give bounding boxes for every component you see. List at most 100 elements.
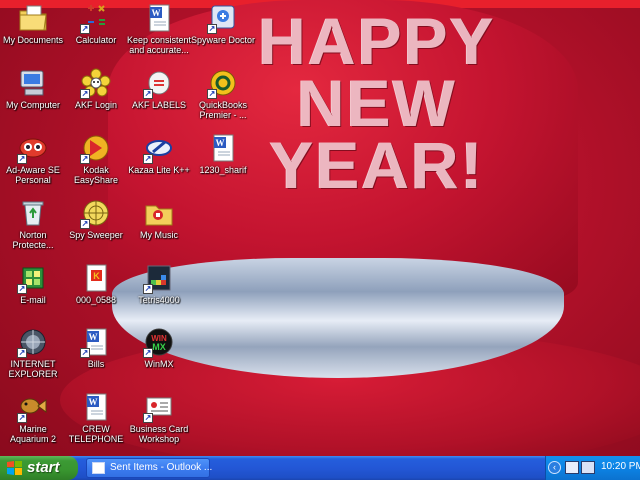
computer-icon bbox=[17, 67, 49, 99]
svg-text:W: W bbox=[152, 8, 161, 18]
shortcut-arrow-icon: ↗ bbox=[207, 24, 217, 34]
taskbar-button-outlook[interactable]: Sent Items - Outlook ... bbox=[86, 458, 212, 478]
quickbooks-icon: ↗ bbox=[207, 67, 239, 99]
outlook-window-icon bbox=[92, 462, 105, 474]
shortcut-arrow-icon: ↗ bbox=[143, 348, 153, 358]
shortcut-arrow-icon: ↗ bbox=[143, 284, 153, 294]
folder-documents-icon bbox=[17, 2, 49, 34]
desktop-icon-bills[interactable]: W ↗ Bills bbox=[63, 326, 129, 386]
shortcut-arrow-icon: ↗ bbox=[80, 348, 90, 358]
desktop-icon-label: Marine Aquarium 2 bbox=[9, 424, 57, 444]
desktop-icon-label: Spyware Doctor bbox=[190, 35, 256, 45]
taskbar: start Sent Items - Outlook ... ‹ 10:20 P… bbox=[0, 456, 640, 480]
desktop-icon-label: E-mail bbox=[20, 295, 46, 305]
kodak-icon: ↗ bbox=[80, 132, 112, 164]
desktop-icon-tetris[interactable]: ↗ Tetris4000 bbox=[126, 262, 192, 322]
desktop-icon-label: WinMX bbox=[144, 359, 174, 369]
shortcut-arrow-icon: ↗ bbox=[80, 154, 90, 164]
globe-icon: ↗ bbox=[17, 326, 49, 358]
desktop-icon-label: Business Card Workshop bbox=[129, 424, 189, 444]
flower-icon: ↗ bbox=[80, 67, 112, 99]
shortcut-arrow-icon: ↗ bbox=[143, 154, 153, 164]
desktop-icon-ad-aware[interactable]: ↗ Ad-Aware SE Personal bbox=[0, 132, 66, 192]
shortcut-arrow-icon: ↗ bbox=[17, 154, 27, 164]
desktop-icon-1230-sharif[interactable]: W 1230_sharif bbox=[190, 132, 256, 192]
tray-network-icon[interactable] bbox=[565, 461, 579, 474]
desktop-icon-label: My Music bbox=[140, 230, 178, 240]
shortcut-arrow-icon: ↗ bbox=[207, 89, 217, 99]
windows-flag-icon bbox=[7, 461, 22, 475]
desktop-icon-label: My Computer bbox=[5, 100, 60, 110]
desktop-icon-label: Tetris4000 bbox=[138, 295, 180, 305]
business-card-icon: ↗ bbox=[143, 391, 175, 423]
shortcut-arrow-icon: ↗ bbox=[143, 89, 153, 99]
desktop-icon-label: Norton Protecte... bbox=[12, 230, 54, 250]
desktop-icon-winmx[interactable]: WIN MX ↗ WinMX bbox=[126, 326, 192, 386]
desktop-icon-label: QuickBooks Premier - ... bbox=[198, 100, 248, 120]
desktop-icon-crew-telephone[interactable]: W CREW TELEPHONE bbox=[63, 391, 129, 451]
desktop-icon-label: Keep consistent and accurate... bbox=[126, 35, 192, 55]
desktop-icon-kodak-easyshare[interactable]: ↗ Kodak EasyShare bbox=[63, 132, 129, 192]
shortcut-arrow-icon: ↗ bbox=[17, 284, 27, 294]
svg-text:W: W bbox=[89, 397, 98, 407]
desktop-icon-label: 000_0588 bbox=[75, 295, 117, 305]
desktop-icon-spy-sweeper[interactable]: ↗ Spy Sweeper bbox=[63, 197, 129, 257]
desktop-icon-000-0588[interactable]: K 000_0588 bbox=[63, 262, 129, 322]
word-document-icon: W bbox=[207, 132, 239, 164]
desktop-icon-label: Kazaa Lite K++ bbox=[128, 165, 190, 175]
start-button[interactable]: start bbox=[0, 456, 78, 480]
shortcut-arrow-icon: ↗ bbox=[80, 219, 90, 229]
desktop-icon-label: Ad-Aware SE Personal bbox=[6, 165, 60, 185]
aquarium-icon: ↗ bbox=[17, 391, 49, 423]
wallpaper-greeting: HAPPY NEW YEAR! bbox=[232, 8, 522, 202]
desktop-icon-marine-aquarium[interactable]: ↗ Marine Aquarium 2 bbox=[0, 391, 66, 451]
desktop-icon-keep-consistent[interactable]: W Keep consistent and accurate... bbox=[126, 2, 192, 62]
desktop-icon-internet-explorer[interactable]: ↗ INTERNET EXPLORER bbox=[0, 326, 66, 386]
desktop-icon-business-card[interactable]: ↗ Business Card Workshop bbox=[126, 391, 192, 451]
desktop-icon-kazaa[interactable]: ↗ Kazaa Lite K++ bbox=[126, 132, 192, 192]
shortcut-arrow-icon: ↗ bbox=[17, 348, 27, 358]
desktop-icon-label: My Documents bbox=[2, 35, 64, 45]
system-tray: ‹ 10:20 PM bbox=[545, 456, 640, 480]
svg-text:W: W bbox=[89, 332, 98, 342]
desktop-icon-label: CREW TELEPHONE bbox=[68, 424, 124, 444]
desktop-icon-quickbooks[interactable]: ↗ QuickBooks Premier - ... bbox=[190, 67, 256, 127]
svg-text:MX: MX bbox=[152, 342, 166, 352]
tetris-icon: ↗ bbox=[143, 262, 175, 294]
show-hidden-icons-chevron-icon[interactable]: ‹ bbox=[548, 461, 561, 474]
system-clock[interactable]: 10:20 PM bbox=[601, 461, 640, 472]
word-document-icon: W ↗ bbox=[80, 326, 112, 358]
winmx-icon: WIN MX ↗ bbox=[143, 326, 175, 358]
music-icon bbox=[143, 197, 175, 229]
desktop-icon-my-documents[interactable]: My Documents bbox=[0, 2, 66, 62]
word-document-icon: W bbox=[143, 2, 175, 34]
desktop-icon-akf-labels[interactable]: ↗ AKF LABELS bbox=[126, 67, 192, 127]
start-label: start bbox=[27, 459, 60, 476]
desktop-icon-my-music[interactable]: My Music bbox=[126, 197, 192, 257]
spy-sweeper-icon: ↗ bbox=[80, 197, 112, 229]
recycle-bin-icon bbox=[17, 197, 49, 229]
shortcut-arrow-icon: ↗ bbox=[143, 413, 153, 423]
desktop-icon-label: AKF LABELS bbox=[131, 100, 187, 110]
wallpaper-line-3: YEAR! bbox=[269, 128, 485, 202]
desktop-icon-label: INTERNET EXPLORER bbox=[8, 359, 58, 379]
calculator-icon: ↗ bbox=[80, 2, 112, 34]
desktop-icon-akf-login[interactable]: ↗ AKF Login bbox=[63, 67, 129, 127]
desktop-icon-email[interactable]: ↗ E-mail bbox=[0, 262, 66, 322]
desktop-icon-spyware-doctor[interactable]: ↗ Spyware Doctor bbox=[190, 2, 256, 62]
word-document-icon: W bbox=[80, 391, 112, 423]
desktop-icon-label: Spy Sweeper bbox=[69, 230, 123, 240]
shortcut-arrow-icon: ↗ bbox=[17, 413, 27, 423]
desktop-icon-label: Bills bbox=[87, 359, 105, 369]
desktop-icon-my-computer[interactable]: My Computer bbox=[0, 67, 66, 127]
desktop-icon-norton[interactable]: Norton Protecte... bbox=[0, 197, 66, 257]
wallpaper-line-2: NEW bbox=[297, 66, 457, 140]
shortcut-arrow-icon: ↗ bbox=[80, 24, 90, 34]
shortcut-arrow-icon: ↗ bbox=[80, 89, 90, 99]
desktop-icon-label: Calculator bbox=[75, 35, 117, 45]
desktop-icon-calculator[interactable]: ↗ Calculator bbox=[63, 2, 129, 62]
kodak-image-icon: K bbox=[80, 262, 112, 294]
tray-app-icon[interactable] bbox=[581, 461, 595, 474]
kazaa-icon: ↗ bbox=[143, 132, 175, 164]
email-icon: ↗ bbox=[17, 262, 49, 294]
